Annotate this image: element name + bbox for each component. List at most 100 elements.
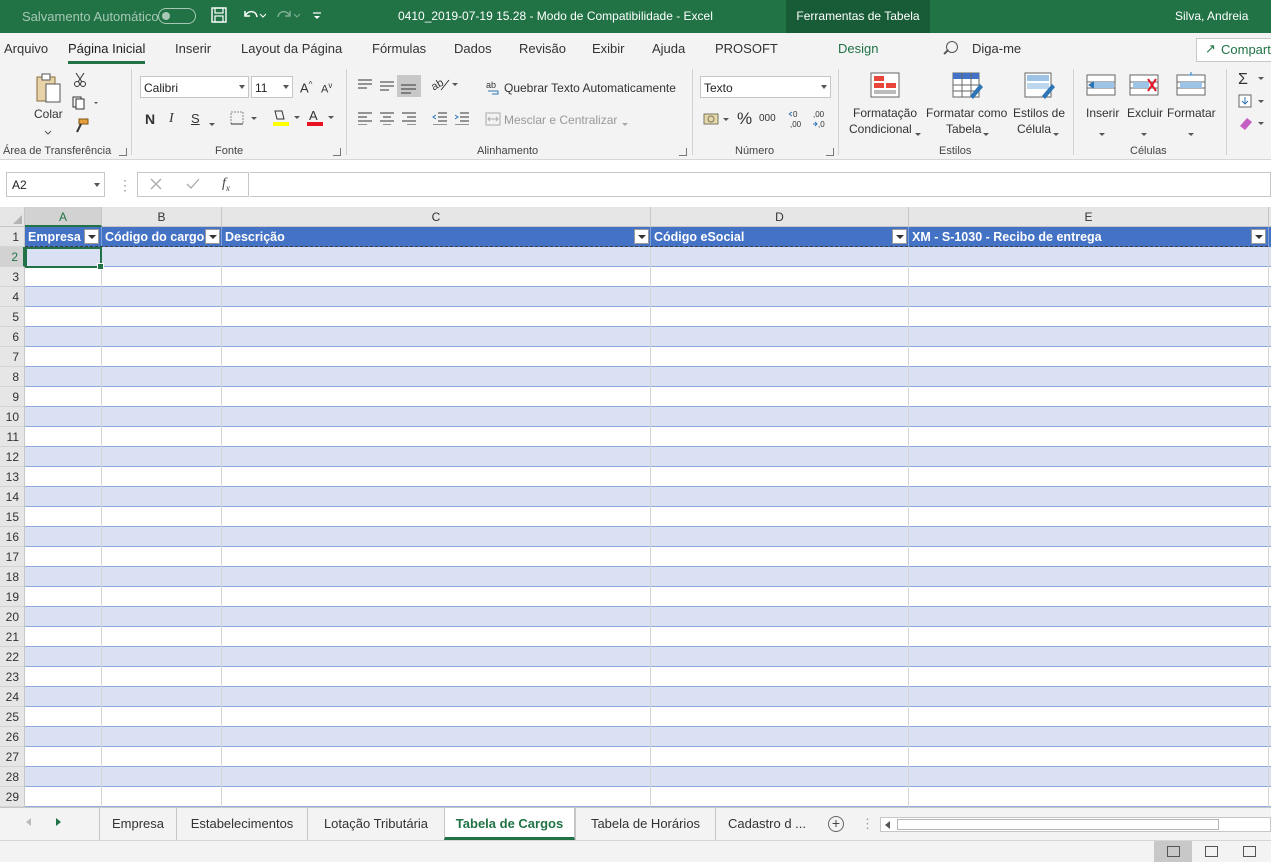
row-header[interactable]: 18 [0, 567, 25, 587]
paste-icon[interactable] [34, 72, 64, 107]
redo-icon[interactable] [275, 6, 301, 28]
paste-button[interactable]: Colar [34, 107, 63, 121]
chevron-down-icon[interactable] [1187, 127, 1195, 141]
chevron-down-icon[interactable] [44, 125, 52, 139]
row-header[interactable]: 6 [0, 327, 25, 347]
grow-font-button[interactable]: A^ [300, 80, 312, 95]
sheet-tab-empresa[interactable]: Empresa [99, 808, 176, 840]
copy-icon[interactable] [72, 96, 100, 113]
table-row[interactable] [25, 267, 1271, 287]
table-row[interactable] [25, 447, 1271, 467]
table-row[interactable] [25, 587, 1271, 607]
tab-layout-da-pagina[interactable]: Layout da Página [241, 41, 342, 56]
insert-cells-button[interactable]: Inserir [1086, 106, 1119, 120]
table-row[interactable] [25, 247, 1271, 267]
filter-dropdown-button[interactable] [84, 229, 99, 244]
conditional-formatting-button[interactable]: Formatação [853, 106, 917, 120]
table-row[interactable] [25, 287, 1271, 307]
decrease-indent-icon[interactable] [432, 111, 448, 128]
align-right-icon[interactable] [401, 111, 417, 128]
row-header[interactable]: 17 [0, 547, 25, 567]
table-row[interactable] [25, 607, 1271, 627]
sheet-tab-tabela-de-cargos[interactable]: Tabela de Cargos [444, 808, 575, 840]
column-header-b[interactable]: B [102, 207, 222, 227]
filter-dropdown-button[interactable] [634, 229, 649, 244]
chevron-down-icon[interactable] [1052, 127, 1060, 141]
align-center-icon[interactable] [379, 111, 395, 128]
header-cell-xm-s1030-recibo[interactable]: XM - S-1030 - Recibo de entrega [909, 227, 1269, 247]
shrink-font-button[interactable]: Av [321, 81, 332, 96]
percent-style-button[interactable]: % [737, 109, 752, 129]
table-row[interactable] [25, 687, 1271, 707]
align-top-icon[interactable] [357, 78, 373, 95]
undo-icon[interactable] [240, 6, 267, 28]
row-header[interactable]: 7 [0, 347, 25, 367]
table-row[interactable] [25, 747, 1271, 767]
sheet-tab-lotacao-tributaria[interactable]: Lotação Tributária [307, 808, 444, 840]
tab-ajuda[interactable]: Ajuda [652, 41, 685, 56]
font-size-select[interactable]: 11 [251, 76, 293, 98]
tab-split-handle-icon[interactable]: ⋮ [861, 816, 874, 832]
active-cell-a2[interactable] [25, 247, 104, 270]
chevron-down-icon[interactable] [982, 127, 990, 141]
alignment-launcher-icon[interactable] [679, 148, 687, 156]
scroll-left-icon[interactable] [885, 821, 890, 829]
page-break-preview-button[interactable] [1230, 841, 1268, 862]
header-cell-codigo-do-cargo[interactable]: Código do cargo [102, 227, 222, 247]
row-header[interactable]: 9 [0, 387, 25, 407]
format-painter-icon[interactable] [73, 118, 89, 137]
row-header[interactable]: 22 [0, 647, 25, 667]
chevron-down-icon[interactable] [914, 127, 922, 141]
row-header[interactable]: 25 [0, 707, 25, 727]
autosave-toggle[interactable] [158, 8, 196, 24]
table-row[interactable] [25, 627, 1271, 647]
insert-function-icon[interactable]: fx [222, 176, 230, 193]
user-name[interactable]: Silva, Andreia [1175, 9, 1248, 23]
chevron-down-icon[interactable] [1098, 127, 1106, 141]
filter-dropdown-button[interactable] [205, 229, 220, 244]
row-header[interactable]: 19 [0, 587, 25, 607]
chevron-down-icon[interactable] [1140, 127, 1148, 141]
save-icon[interactable] [210, 6, 228, 28]
next-sheet-icon[interactable] [56, 818, 61, 826]
tab-pagina-inicial[interactable]: Página Inicial [68, 41, 146, 64]
decrease-decimal-icon[interactable]: ,00,0 [810, 109, 830, 132]
row-header[interactable]: 8 [0, 367, 25, 387]
column-header-d[interactable]: D [651, 207, 909, 227]
italic-button[interactable]: I [169, 111, 174, 127]
tab-prosoft[interactable]: PROSOFT [715, 41, 778, 56]
row-header[interactable]: 28 [0, 767, 25, 787]
merge-center-button[interactable]: Mesclar e Centralizar [504, 113, 617, 127]
table-row[interactable] [25, 667, 1271, 687]
row-header[interactable]: 3 [0, 267, 25, 287]
worksheet-grid[interactable]: A B C D E 1 2 3 4 5 6 7 8 9 10 11 12 13 … [0, 207, 1271, 807]
table-row[interactable] [25, 487, 1271, 507]
row-header[interactable]: 21 [0, 627, 25, 647]
merge-center-icon[interactable] [485, 112, 501, 129]
tab-arquivo[interactable]: Arquivo [4, 41, 48, 56]
chevron-down-icon[interactable] [208, 117, 216, 131]
underline-button[interactable]: S [191, 111, 200, 126]
cancel-icon[interactable] [150, 177, 162, 194]
table-row[interactable] [25, 367, 1271, 387]
table-row[interactable] [25, 427, 1271, 447]
table-row[interactable] [25, 707, 1271, 727]
header-cell-codigo-esocial[interactable]: Código eSocial [651, 227, 909, 247]
horizontal-scrollbar[interactable] [880, 817, 1271, 832]
clipboard-launcher-icon[interactable] [119, 148, 127, 156]
table-row[interactable] [25, 387, 1271, 407]
format-as-table-icon[interactable] [952, 72, 983, 100]
align-left-icon[interactable] [357, 111, 373, 128]
row-header[interactable]: 2 [0, 247, 25, 267]
font-launcher-icon[interactable] [333, 148, 341, 156]
delete-cells-icon[interactable] [1129, 72, 1159, 100]
share-button[interactable]: Compartilhar [1196, 38, 1271, 62]
autosum-icon[interactable]: Σ [1238, 70, 1268, 89]
scroll-thumb[interactable] [897, 819, 1219, 830]
normal-view-button[interactable] [1154, 841, 1192, 862]
column-header-e[interactable]: E [909, 207, 1269, 227]
page-layout-view-button[interactable] [1192, 841, 1230, 862]
column-header-a[interactable]: A [25, 207, 102, 227]
accounting-format-icon[interactable] [703, 111, 731, 130]
table-row[interactable] [25, 467, 1271, 487]
